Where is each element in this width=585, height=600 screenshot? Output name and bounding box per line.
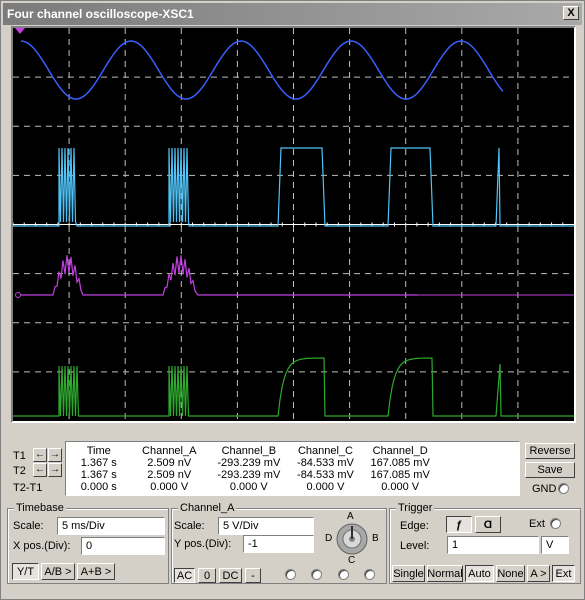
coupling-dc-button[interactable]: DC bbox=[219, 568, 242, 583]
channel-terminal-icon-1[interactable] bbox=[285, 569, 296, 580]
t2-label: T2 bbox=[13, 465, 26, 477]
measurement-row-t2: 1.367 s 2.509 nV -293.239 mV -84.533 mV … bbox=[68, 469, 438, 481]
knob-label-b: B bbox=[372, 533, 379, 544]
level-field[interactable]: 1 bbox=[447, 536, 539, 554]
channel-scale-label: Scale: bbox=[174, 520, 205, 532]
t2-channel-a: 2.509 nV bbox=[147, 469, 192, 481]
header-channel-c: Channel_C bbox=[297, 445, 353, 457]
channel-c-ground-marker-icon bbox=[15, 292, 21, 298]
t2t1-label: T2-T1 bbox=[13, 482, 43, 494]
title-bar[interactable]: Four channel oscilloscope-XSC1 X bbox=[3, 3, 582, 25]
oscilloscope-window: Four channel oscilloscope-XSC1 X T1 ← → … bbox=[0, 0, 585, 600]
ext-trigger-terminal-icon[interactable] bbox=[550, 518, 561, 529]
channel-scale-field[interactable]: 5 V/Div bbox=[218, 517, 314, 535]
measurement-table-panel: Time Channel_A Channel_B Channel_C Chann… bbox=[65, 441, 520, 496]
mode-a-plus-b-button[interactable]: A+B > bbox=[77, 563, 115, 580]
coupling-invert-button[interactable]: - bbox=[245, 568, 261, 583]
trigger-source-a-button[interactable]: A > bbox=[527, 565, 550, 582]
t1-time: 1.367 s bbox=[80, 457, 117, 469]
t2-channel-c: -84.533 mV bbox=[297, 469, 354, 481]
falling-edge-button[interactable]: Ɑ bbox=[475, 516, 501, 533]
mode-yt-button[interactable]: Y/T bbox=[12, 563, 39, 580]
trigger-ext-button[interactable]: Ext bbox=[552, 565, 575, 582]
rising-edge-button[interactable]: ƒ bbox=[446, 516, 472, 533]
header-channel-a: Channel_A bbox=[142, 445, 197, 457]
channel-terminal-icon-2[interactable] bbox=[311, 569, 322, 580]
trigger-marker-icon bbox=[15, 28, 25, 34]
t2t1-channel-c: 0.000 V bbox=[306, 481, 345, 493]
channel-c-trace bbox=[21, 255, 418, 296]
t2-channel-d: 167.085 mV bbox=[370, 469, 430, 481]
t1-left-arrow-icon[interactable]: ← bbox=[33, 448, 47, 462]
channel-terminal-icon-4[interactable] bbox=[364, 569, 375, 580]
t1-label: T1 bbox=[13, 450, 26, 462]
xpos-field[interactable]: 0 bbox=[81, 537, 165, 555]
measurement-row-t2t1: 0.000 s 0.000 V 0.000 V 0.000 V 0.000 V bbox=[68, 481, 438, 493]
channel-a-trace bbox=[20, 40, 504, 100]
channel-selector-knob-icon[interactable] bbox=[335, 522, 369, 556]
ypos-label: Y pos.(Div): bbox=[174, 538, 232, 550]
timebase-scale-label: Scale: bbox=[13, 520, 44, 532]
reverse-button[interactable]: Reverse bbox=[525, 443, 575, 459]
t1-channel-d: 167.085 mV bbox=[370, 457, 430, 469]
measurement-table: Time Channel_A Channel_B Channel_C Chann… bbox=[68, 445, 438, 493]
trigger-none-button[interactable]: None bbox=[496, 565, 525, 582]
channel-title: Channel_A bbox=[178, 502, 237, 514]
timebase-title: Timebase bbox=[14, 502, 66, 514]
t1-channel-a: 2.509 nV bbox=[147, 457, 192, 469]
mode-ab-button[interactable]: A/B > bbox=[41, 563, 75, 580]
t1-right-arrow-icon[interactable]: → bbox=[48, 448, 62, 462]
gnd-label: GND bbox=[532, 483, 557, 495]
header-channel-d: Channel_D bbox=[372, 445, 428, 457]
t2t1-channel-a: 0.000 V bbox=[150, 481, 189, 493]
trigger-title: Trigger bbox=[396, 502, 435, 514]
trigger-auto-button[interactable]: Auto bbox=[465, 565, 494, 582]
measurement-row-t1: 1.367 s 2.509 nV -293.239 mV -84.533 mV … bbox=[68, 457, 438, 469]
xpos-label: X pos.(Div): bbox=[13, 540, 71, 552]
channel-terminal-icon-3[interactable] bbox=[338, 569, 349, 580]
coupling-ac-button[interactable]: AC bbox=[174, 568, 195, 583]
t1-channel-c: -84.533 mV bbox=[297, 457, 354, 469]
knob-label-d: D bbox=[325, 533, 333, 544]
timebase-scale-field[interactable]: 5 ms/Div bbox=[57, 517, 165, 535]
knob-label-c: C bbox=[348, 555, 356, 566]
coupling-zero-button[interactable]: 0 bbox=[198, 568, 216, 583]
header-time: Time bbox=[86, 445, 111, 457]
level-unit-field[interactable]: V bbox=[541, 536, 569, 554]
ext-label: Ext bbox=[529, 518, 545, 530]
save-button[interactable]: Save bbox=[525, 462, 575, 478]
header-channel-b: Channel_B bbox=[221, 445, 277, 457]
t2-left-arrow-icon[interactable]: ← bbox=[33, 463, 47, 477]
close-button[interactable]: X bbox=[563, 6, 579, 20]
t2t1-channel-d: 0.000 V bbox=[381, 481, 420, 493]
trigger-normal-button[interactable]: Normal bbox=[427, 565, 463, 582]
scope-traces bbox=[13, 28, 574, 421]
t2-right-arrow-icon[interactable]: → bbox=[48, 463, 62, 477]
edge-label: Edge: bbox=[400, 520, 429, 532]
measurement-header-row: Time Channel_A Channel_B Channel_C Chann… bbox=[68, 445, 438, 457]
t2-channel-b: -293.239 mV bbox=[217, 469, 281, 481]
window-title: Four channel oscilloscope-XSC1 bbox=[7, 7, 194, 21]
t2t1-channel-b: 0.000 V bbox=[229, 481, 268, 493]
gnd-terminal-icon[interactable] bbox=[558, 483, 569, 494]
t2-time: 1.367 s bbox=[80, 469, 117, 481]
t1-channel-b: -293.239 mV bbox=[217, 457, 281, 469]
trigger-single-button[interactable]: Single bbox=[392, 565, 425, 582]
scope-display bbox=[11, 26, 576, 423]
ypos-field[interactable]: -1 bbox=[243, 535, 314, 553]
level-label: Level: bbox=[400, 540, 430, 552]
knob-label-a: A bbox=[347, 511, 354, 522]
t2t1-time: 0.000 s bbox=[80, 481, 117, 493]
